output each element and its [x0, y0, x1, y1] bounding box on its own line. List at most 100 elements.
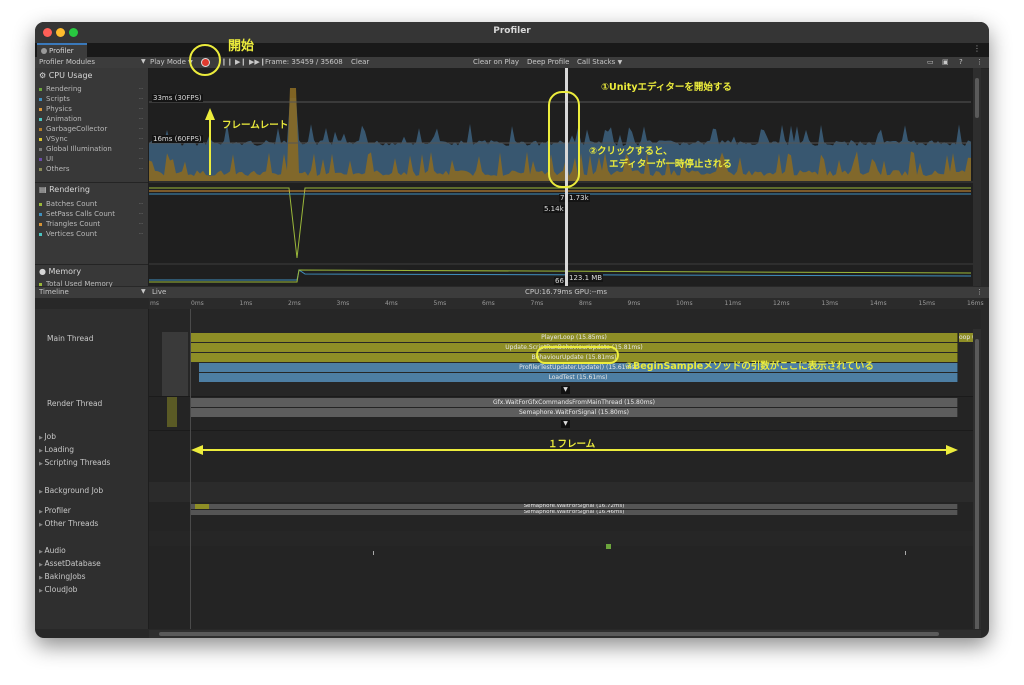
- expand-render-thread-icon[interactable]: ▼: [561, 420, 570, 428]
- scrollbar-thumb[interactable]: [975, 339, 979, 629]
- ruler-tick: 9ms: [627, 300, 641, 307]
- legend-drag-handle-icon[interactable]: ┄: [139, 135, 143, 143]
- live-toggle[interactable]: Live: [152, 288, 166, 296]
- background-job-lane: [149, 482, 981, 502]
- timeline-menu-icon[interactable]: ⋮: [976, 288, 983, 296]
- thread-main-thread[interactable]: Main Thread: [47, 334, 94, 343]
- sample-script-run-behaviour-update[interactable]: Update.ScriptRunBehaviourUpdate (15.81ms…: [191, 343, 958, 352]
- cpu-usage-chart[interactable]: [149, 68, 981, 286]
- thread-bakingjobs[interactable]: ▶ BakingJobs: [39, 572, 86, 581]
- legend-animation[interactable]: Animation ┄: [39, 115, 143, 123]
- view-chevron-icon[interactable]: ▼: [141, 288, 146, 295]
- play-mode-dropdown[interactable]: Play Mode ▼: [150, 58, 193, 66]
- rendering-module[interactable]: ▤ Rendering: [39, 185, 90, 194]
- module-charts[interactable]: 33ms (30FPS) 16ms (60FPS) 7 1.73k 5.14k …: [149, 68, 981, 286]
- time-ruler[interactable]: ms 0ms 1ms 2ms 3ms 4ms 5ms 6ms 7ms 8ms 9ms 10ms 11m…: [149, 298, 984, 309]
- modules-chevron-icon[interactable]: ▼: [141, 58, 146, 65]
- scrollbar-thumb[interactable]: [975, 78, 979, 118]
- legend-garbagecollector[interactable]: GarbageCollector ┄: [39, 125, 143, 133]
- thread-render-thread[interactable]: Render Thread: [47, 399, 102, 408]
- save-icon[interactable]: ▣: [942, 58, 949, 66]
- legend-drag-handle-icon[interactable]: ┄: [139, 200, 143, 208]
- legend-drag-handle-icon[interactable]: ┄: [139, 125, 143, 133]
- annotation-step3: ③BeginSampleメソッドの引数がここに表示されている: [625, 361, 874, 372]
- clear-on-play-button[interactable]: Clear on Play: [473, 58, 519, 66]
- sample-profiler-mark[interactable]: [195, 504, 209, 509]
- sample-profiler-semaphore-2[interactable]: Semaphore.WaitForSignal (16.46ms): [191, 510, 958, 515]
- legend-vsync[interactable]: VSync ┄: [39, 135, 143, 143]
- toolbar-menu-icon[interactable]: ⋮: [976, 58, 983, 66]
- legend-triangles-count[interactable]: Triangles Count ┄: [39, 220, 143, 228]
- pause-icon[interactable]: ❙❙: [221, 58, 233, 66]
- play-mode-chevron-icon: ▼: [188, 59, 193, 66]
- annotation-framerate: フレームレート: [222, 120, 289, 131]
- ruler-left-label: ms: [150, 300, 159, 307]
- legend-drag-handle-icon[interactable]: ┄: [139, 105, 143, 113]
- record-button[interactable]: [201, 58, 210, 67]
- tab-menu-icon[interactable]: ⋮: [973, 44, 981, 53]
- profiler-window: Profiler Profiler ⋮ Profiler Modules ▼ P…: [35, 22, 989, 638]
- legend-drag-handle-icon[interactable]: ┄: [139, 220, 143, 228]
- memory-module[interactable]: ● Memory: [39, 267, 81, 276]
- clear-button[interactable]: Clear: [351, 58, 369, 66]
- thread-scripting-threads[interactable]: ▶ Scripting Threads: [39, 458, 110, 467]
- last-frame-icon[interactable]: ▶▶❙: [249, 58, 266, 66]
- thread-audio[interactable]: ▶ Audio: [39, 546, 66, 555]
- ruler-tick: 1ms: [239, 300, 253, 307]
- legend-drag-handle-icon[interactable]: ┄: [139, 85, 143, 93]
- legend-drag-handle-icon[interactable]: ┄: [139, 115, 143, 123]
- ruler-tick: 12ms: [773, 300, 790, 307]
- charts-scrollbar[interactable]: [973, 68, 981, 286]
- legend-rendering[interactable]: Rendering ┄: [39, 85, 143, 93]
- legend-ui[interactable]: UI ┄: [39, 155, 143, 163]
- legend-others[interactable]: Others ┄: [39, 165, 143, 173]
- record-icon: [202, 59, 209, 66]
- view-dropdown[interactable]: Timeline: [39, 288, 69, 296]
- sample-profiler-semaphore-1[interactable]: Semaphore.WaitForSignal (16.72ms): [191, 504, 958, 509]
- profiler-modules-dropdown[interactable]: Profiler Modules: [39, 58, 95, 66]
- thread-cloudjob[interactable]: ▶ CloudJob: [39, 585, 77, 594]
- scrollbar-thumb[interactable]: [159, 632, 939, 636]
- timeline-scrollbar[interactable]: [973, 329, 981, 629]
- sample-gfx-wait[interactable]: Gfx.WaitForGfxCommandsFromMainThread (15…: [191, 398, 958, 407]
- legend-drag-handle-icon[interactable]: ┄: [139, 95, 143, 103]
- legend-drag-handle-icon[interactable]: ┄: [139, 210, 143, 218]
- legend-drag-handle-icon[interactable]: ┄: [139, 155, 143, 163]
- thread-background-job[interactable]: ▶ Background Job: [39, 486, 103, 495]
- thread-other-threads[interactable]: ▶ Other Threads: [39, 519, 98, 528]
- tab-profiler[interactable]: Profiler: [37, 43, 87, 57]
- deep-profile-button[interactable]: Deep Profile: [527, 58, 569, 66]
- thread-job[interactable]: ▶ Job: [39, 432, 56, 441]
- call-stacks-dropdown[interactable]: Call Stacks ▼: [577, 58, 622, 66]
- thread-loading[interactable]: ▶ Loading: [39, 445, 74, 454]
- timeline-area[interactable]: PlayerLoop (15.85ms) Update.ScriptRunBeh…: [149, 309, 981, 629]
- legend-global-illumination[interactable]: Global Illumination ┄: [39, 145, 143, 153]
- legend-setpass-calls-count[interactable]: SetPass Calls Count ┄: [39, 210, 143, 218]
- sample-semaphore-wait[interactable]: Semaphore.WaitForSignal (15.80ms): [191, 408, 958, 417]
- ruler-tick: 14ms: [870, 300, 887, 307]
- sample-player-loop[interactable]: PlayerLoop (15.85ms): [191, 333, 958, 342]
- thread-label: Scripting Threads: [44, 458, 111, 467]
- cpu-usage-title: CPU Usage: [48, 71, 93, 80]
- legend-drag-handle-icon[interactable]: ┄: [139, 230, 143, 238]
- sample-load-test[interactable]: LoadTest (15.61ms): [199, 373, 958, 382]
- legend-scripts[interactable]: Scripts ┄: [39, 95, 143, 103]
- next-frame-icon[interactable]: ▶❙: [235, 58, 246, 66]
- legend-label: Vertices Count: [46, 230, 97, 238]
- thread-assetdatabase[interactable]: ▶ AssetDatabase: [39, 559, 101, 568]
- thread-profiler[interactable]: ▶ Profiler: [39, 506, 71, 515]
- legend-drag-handle-icon[interactable]: ┄: [139, 145, 143, 153]
- legend-label: GarbageCollector: [46, 125, 108, 133]
- cpu-usage-module[interactable]: ⚙ CPU Usage: [39, 71, 92, 80]
- legend-label: UI: [46, 155, 54, 163]
- legend-vertices-count[interactable]: Vertices Count ┄: [39, 230, 143, 238]
- legend-batches-count[interactable]: Batches Count ┄: [39, 200, 143, 208]
- legend-physics[interactable]: Physics ┄: [39, 105, 143, 113]
- load-icon[interactable]: ▭: [927, 58, 934, 66]
- legend-drag-handle-icon[interactable]: ┄: [139, 165, 143, 173]
- expand-main-thread-icon[interactable]: ▼: [561, 386, 570, 394]
- frame-timing-stats: CPU:16.79ms GPU:--ms: [525, 288, 607, 296]
- audio-sample-mark[interactable]: [606, 544, 611, 549]
- help-icon[interactable]: ?: [959, 58, 963, 66]
- timeline-horizontal-scrollbar[interactable]: [149, 630, 981, 638]
